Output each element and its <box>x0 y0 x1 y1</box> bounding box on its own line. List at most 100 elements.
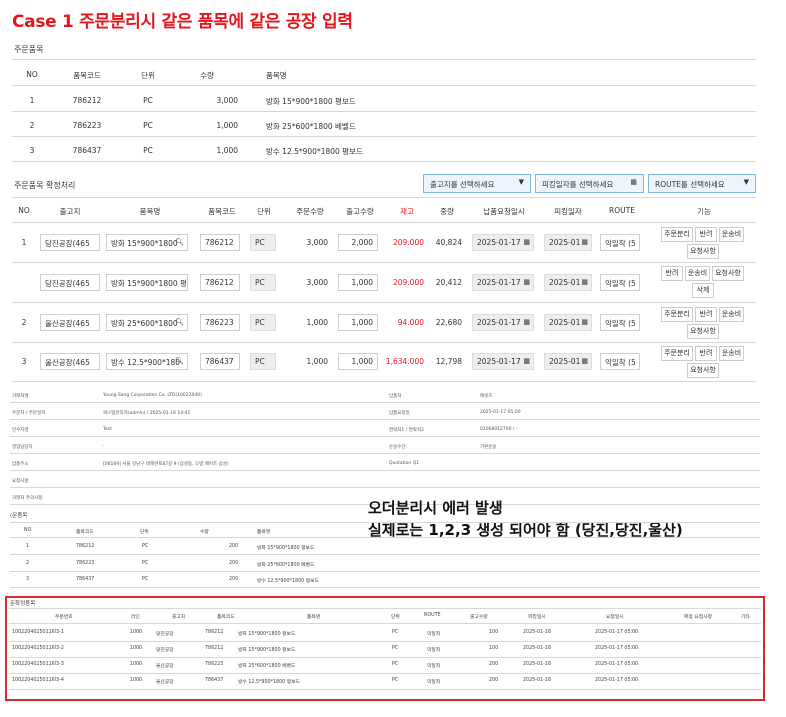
picking-date-field[interactable]: 2025-01 ▦ <box>544 274 592 291</box>
col-header-no: NO <box>26 70 38 79</box>
reject-button[interactable]: 반려 <box>695 307 717 322</box>
calendar-icon[interactable]: ▦ <box>581 278 588 286</box>
col-header-actions: 기능 <box>697 207 711 216</box>
info-label: 요청사항 <box>12 479 29 484</box>
col-header-qty: 수량 <box>200 71 214 80</box>
col-header-unit: 단위 <box>257 207 271 216</box>
delivery-date-field[interactable]: 2025-01-17 ▦ <box>472 234 534 251</box>
chevron-down-icon: ▼ <box>518 178 524 186</box>
freight-button[interactable]: 운송비 <box>719 307 744 322</box>
annotation-heading: Case 1 주문분리시 같은 품목에 같은 공장 입력 <box>12 12 353 32</box>
warehouse-select[interactable]: 출고지를 선택하세요 ▼ <box>423 174 531 193</box>
info-value: Young Sang Corporation Co. LTD(10022040) <box>103 393 202 398</box>
col-header-code: 품목코드 <box>208 207 236 216</box>
col-header-delivery: 납품요청일시 <box>483 207 525 216</box>
ship-qty-input[interactable]: 1,000 <box>338 274 378 291</box>
calendar-icon[interactable]: ▦ <box>523 357 530 365</box>
info-value: 기본운송 <box>480 445 497 450</box>
col-header-code: 품목코드 <box>73 71 101 80</box>
col-header-stock: 재고 <box>400 207 414 216</box>
calendar-icon[interactable]: ▦ <box>581 318 588 326</box>
picking-date-field[interactable]: 2025-01 ▦ <box>544 314 592 331</box>
freight-button[interactable]: 운송비 <box>685 266 710 281</box>
request-button[interactable]: 요청사항 <box>687 363 719 378</box>
unit-field: PC <box>250 234 276 251</box>
split-order-button[interactable]: 주문분리 <box>661 227 693 242</box>
info-label: 영업담당자 <box>12 445 33 450</box>
ship-qty-input[interactable]: 2,000 <box>338 234 378 251</box>
col-header-unit: 단위 <box>141 71 155 80</box>
warehouse-field[interactable]: 울산공장(465 <box>40 353 100 370</box>
route-field[interactable]: 익일착 (5 <box>600 274 640 291</box>
code-field: 786223 <box>200 314 240 331</box>
calendar-icon[interactable]: ▦ <box>581 357 588 365</box>
search-icon[interactable]: 🔍︎ <box>175 238 184 246</box>
info-value: - <box>103 444 105 449</box>
col-header-warehouse: 출고지 <box>59 207 81 216</box>
picking-date-field[interactable]: 2025-01 ▦ <box>544 234 592 251</box>
picking-date-select[interactable]: 피킹일자를 선택하세요 ▦ <box>535 174 644 193</box>
code-field: 786212 <box>200 274 240 291</box>
ship-qty-input[interactable]: 1,000 <box>338 353 378 370</box>
ship-qty-input[interactable]: 1,000 <box>338 314 378 331</box>
freight-button[interactable]: 운송비 <box>719 227 744 242</box>
col-header-no: NO <box>18 206 30 215</box>
info-label: 납품요청일 <box>389 411 410 416</box>
info-label: 납품주소 <box>12 462 29 467</box>
route-select[interactable]: ROUTE를 선택하세요 ▼ <box>648 174 756 193</box>
calendar-icon[interactable]: ▦ <box>523 318 530 326</box>
item-field[interactable]: 방화 15*900*1800 평 <box>106 274 188 291</box>
col-header-order-qty: 주문수량 <box>296 207 324 216</box>
warehouse-field[interactable]: 울산공장(465 <box>40 314 100 331</box>
warehouse-field[interactable]: 당진공장(465 <box>40 234 100 251</box>
route-field[interactable]: 익일착 (5 <box>600 314 640 331</box>
request-button[interactable]: 요청사항 <box>687 324 719 339</box>
info-value: Test <box>103 427 112 432</box>
col-header-name: 품목명 <box>266 71 287 80</box>
calendar-icon[interactable]: ▦ <box>523 238 530 246</box>
delete-button[interactable]: 삭제 <box>692 283 714 298</box>
col-header-route: ROUTE <box>609 206 635 215</box>
delivery-date-field[interactable]: 2025-01-17 ▦ <box>472 314 534 331</box>
route-field[interactable]: 익일착 (5 <box>600 234 640 251</box>
order-items2-title: (문품목 <box>10 513 28 519</box>
unit-field: PC <box>250 274 276 291</box>
code-field: 786437 <box>200 353 240 370</box>
warehouse-field[interactable]: 당진공장(465 <box>40 274 100 291</box>
reject-button[interactable]: 반려 <box>661 266 683 281</box>
search-icon[interactable]: 🔍︎ <box>175 357 184 365</box>
calendar-icon[interactable]: ▦ <box>523 278 530 286</box>
info-label: Quotation Q1 <box>389 461 420 466</box>
search-icon[interactable]: 🔍︎ <box>175 318 184 326</box>
picking-date-field[interactable]: 2025-01 ▦ <box>544 353 592 370</box>
item-field[interactable]: 방화 15*900*1800 🔍︎ <box>106 234 188 251</box>
calendar-icon: ▦ <box>630 178 637 186</box>
chevron-down-icon: ▼ <box>743 178 749 186</box>
freight-button[interactable]: 운송비 <box>719 346 744 361</box>
item-field[interactable]: 방수 12.5*900*180 🔍︎ <box>106 353 188 370</box>
info-value: 2025-01-17 05:00 <box>480 410 521 415</box>
route-field[interactable]: 익일착 (5 <box>600 353 640 370</box>
reject-button[interactable]: 반려 <box>695 227 717 242</box>
delivery-date-field[interactable]: 2025-01-17 ▦ <box>472 274 534 291</box>
delivery-date-field[interactable]: 2025-01-17 ▦ <box>472 353 534 370</box>
info-label: 거래처 주의사항 <box>12 496 43 501</box>
reject-button[interactable]: 반려 <box>695 346 717 361</box>
info-value: 01068012700 / - <box>480 427 518 432</box>
split-order-button[interactable]: 주문분리 <box>661 307 693 322</box>
col-header-ship-qty: 출고수량 <box>346 207 374 216</box>
info-value: 써스템관리자(admin) / 2025-01-16 14:41 <box>103 411 191 416</box>
unit-field: PC <box>250 353 276 370</box>
col-header-item: 품목명 <box>139 207 161 216</box>
split-order-button[interactable]: 주문분리 <box>661 346 693 361</box>
info-label: 운송수단 <box>389 445 406 450</box>
info-label: 납품처 <box>389 394 402 399</box>
request-button[interactable]: 요청사항 <box>687 244 719 259</box>
calendar-icon[interactable]: ▦ <box>581 238 588 246</box>
item-field[interactable]: 방화 25*600*1800 🔍︎ <box>106 314 188 331</box>
confirm-title: 주문품목 확정처리 <box>14 181 76 190</box>
order-items-title: 주문품목 <box>14 45 44 54</box>
info-label: 인수자명 <box>12 428 29 433</box>
request-button[interactable]: 요청사항 <box>712 266 744 281</box>
confirmed-title: 문확정품목 <box>10 601 36 607</box>
